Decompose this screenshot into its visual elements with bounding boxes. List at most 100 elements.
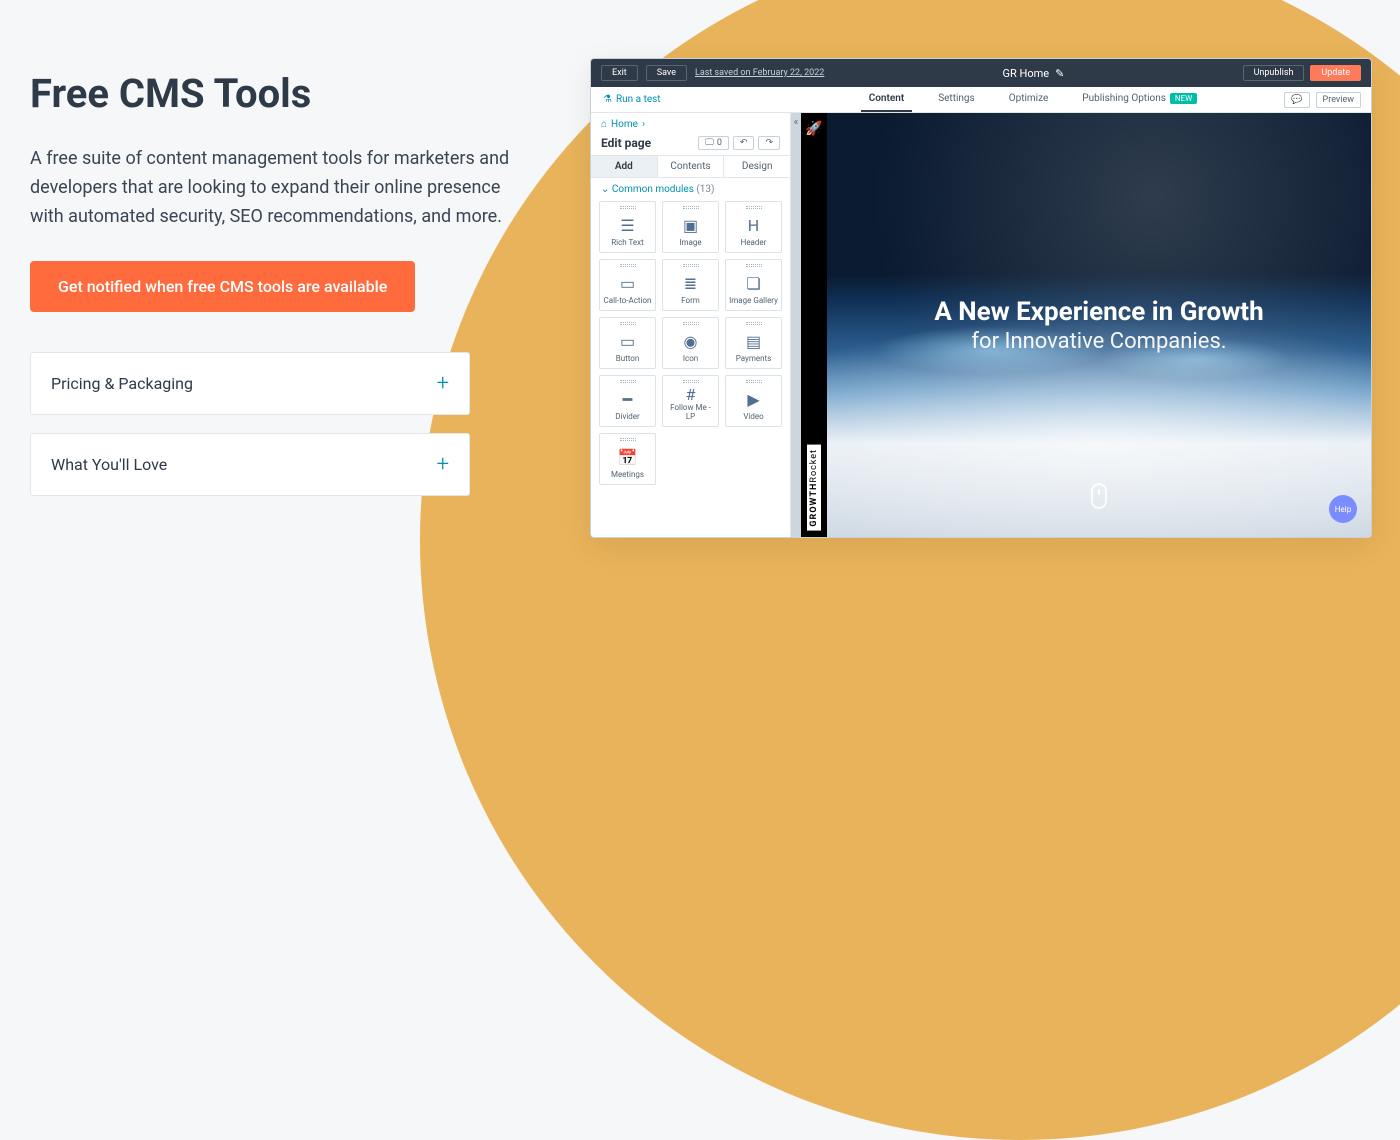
accordion-item-love[interactable]: What You'll Love + <box>30 433 470 496</box>
home-icon: ⌂ <box>601 119 607 130</box>
redo-button[interactable]: ↷ <box>758 136 780 150</box>
accordion-item-pricing[interactable]: Pricing & Packaging + <box>30 352 470 415</box>
module-icon[interactable]: ◉Icon <box>662 317 719 369</box>
module-rich-text[interactable]: ☰Rich Text <box>599 201 656 253</box>
page-name: GR Home <box>1003 67 1050 80</box>
module-label: Follow Me - LP <box>665 404 716 422</box>
tab-settings[interactable]: Settings <box>930 87 983 112</box>
breadcrumb[interactable]: ⌂ Home › <box>591 113 790 130</box>
side-tab-contents[interactable]: Contents <box>658 156 725 177</box>
accordion-item-title: Pricing & Packaging <box>51 374 193 393</box>
module-payments[interactable]: ▤Payments <box>725 317 782 369</box>
module-group-count: (13) <box>696 184 714 195</box>
editor-canvas[interactable]: A New Experience in Growth for Innovativ… <box>827 113 1371 537</box>
run-test-link[interactable]: Run a test <box>616 94 661 105</box>
module-icon: ▣ <box>683 211 698 239</box>
module-cta[interactable]: ▭Call-to-Action <box>599 259 656 311</box>
brand-light: Rocket <box>809 449 819 483</box>
drag-grip-icon <box>683 206 699 209</box>
plus-icon: + <box>437 371 449 396</box>
drag-grip-icon <box>746 206 762 209</box>
module-image-gallery[interactable]: ❏Image Gallery <box>725 259 782 311</box>
module-follow-me[interactable]: #Follow Me - LP <box>662 375 719 427</box>
preview-button[interactable]: Preview <box>1316 92 1361 108</box>
module-icon: ▭ <box>620 327 635 355</box>
accordion-item-title: What You'll Love <box>51 455 167 474</box>
module-icon: ━ <box>623 385 633 413</box>
module-icon: 📅 <box>618 443 638 471</box>
device-select[interactable]: 🖵 0 <box>698 136 729 150</box>
editor-side-panel: ⌂ Home › Edit page 🖵 0 ↶ ↷ Add Contents <box>591 113 791 537</box>
side-tab-add[interactable]: Add <box>591 156 658 177</box>
canvas-heading-2: for Innovative Companies. <box>971 329 1226 354</box>
update-button[interactable]: Update <box>1310 65 1361 81</box>
beaker-icon: ⚗ <box>603 94 612 105</box>
drag-grip-icon <box>620 322 636 325</box>
module-icon: ≣ <box>684 269 697 297</box>
module-label: Meetings <box>611 471 644 480</box>
breadcrumb-label: Home <box>611 119 638 130</box>
module-label: Header <box>741 239 767 248</box>
module-group-label: Common modules <box>612 184 694 195</box>
cta-button[interactable]: Get notified when free CMS tools are ava… <box>30 261 415 312</box>
exit-button[interactable]: Exit <box>601 65 638 81</box>
module-icon: ☰ <box>620 211 634 239</box>
drag-grip-icon <box>620 438 636 441</box>
rocket-icon[interactable]: 🚀 <box>805 121 822 137</box>
undo-button[interactable]: ↶ <box>733 136 755 150</box>
module-label: Payments <box>736 355 772 364</box>
module-icon: ❏ <box>746 269 760 297</box>
chevron-down-icon: ⌄ <box>601 184 609 195</box>
brand-vertical: GROWTHRocket <box>807 445 821 531</box>
module-icon: ▶ <box>747 385 759 413</box>
drag-grip-icon <box>620 264 636 267</box>
module-form[interactable]: ≣Form <box>662 259 719 311</box>
launcher-rail: 🚀 GROWTHRocket <box>801 113 827 537</box>
plus-icon: + <box>437 452 449 477</box>
drag-grip-icon <box>683 380 699 383</box>
module-label: Divider <box>615 413 639 422</box>
drag-grip-icon <box>746 380 762 383</box>
tab-content[interactable]: Content <box>861 87 912 112</box>
last-saved-link[interactable]: Last saved on February 22, 2022 <box>695 68 824 78</box>
module-header[interactable]: HHeader <box>725 201 782 253</box>
collapse-panel-handle[interactable]: « <box>791 113 801 537</box>
help-fab[interactable]: Help <box>1329 495 1357 523</box>
module-label: Button <box>616 355 640 364</box>
module-button[interactable]: ▭Button <box>599 317 656 369</box>
drag-grip-icon <box>620 380 636 383</box>
side-tab-design[interactable]: Design <box>724 156 790 177</box>
save-button[interactable]: Save <box>646 65 687 81</box>
editor-body: ⌂ Home › Edit page 🖵 0 ↶ ↷ Add Contents <box>591 113 1371 537</box>
scroll-indicator-icon <box>1091 483 1107 509</box>
brand-bold: GROWTH <box>809 483 819 527</box>
drag-grip-icon <box>683 264 699 267</box>
edit-page-title: Edit page <box>601 136 651 150</box>
module-meetings[interactable]: 📅Meetings <box>599 433 656 485</box>
drag-grip-icon <box>683 322 699 325</box>
tab-publishing-label: Publishing Options <box>1082 93 1166 104</box>
chat-icon[interactable]: 💬 <box>1284 92 1309 108</box>
drag-grip-icon <box>620 206 636 209</box>
module-group-header[interactable]: ⌄ Common modules (13) <box>591 178 790 197</box>
page-subheading: A free suite of content management tools… <box>30 145 530 231</box>
page-heading: Free CMS Tools <box>30 70 550 117</box>
module-grid: ☰Rich Text▣ImageHHeader▭Call-to-Action≣F… <box>591 197 790 493</box>
module-divider[interactable]: ━Divider <box>599 375 656 427</box>
module-label: Icon <box>683 355 698 364</box>
tab-optimize[interactable]: Optimize <box>1001 87 1057 112</box>
unpublish-button[interactable]: Unpublish <box>1243 65 1305 81</box>
module-video[interactable]: ▶Video <box>725 375 782 427</box>
module-image[interactable]: ▣Image <box>662 201 719 253</box>
module-icon: # <box>686 385 696 404</box>
accordion-list: Pricing & Packaging + What You'll Love + <box>30 352 550 496</box>
module-icon: ◉ <box>684 327 698 355</box>
chevron-left-icon: « <box>794 117 799 128</box>
desktop-icon: 🖵 <box>705 138 714 148</box>
drag-grip-icon <box>746 322 762 325</box>
left-column: Free CMS Tools A free suite of content m… <box>30 70 550 496</box>
module-label: Image Gallery <box>729 297 778 306</box>
tab-publishing[interactable]: Publishing Options NEW <box>1074 87 1205 112</box>
edit-name-icon[interactable]: ✎ <box>1055 67 1064 80</box>
chevron-right-icon: › <box>642 119 645 130</box>
